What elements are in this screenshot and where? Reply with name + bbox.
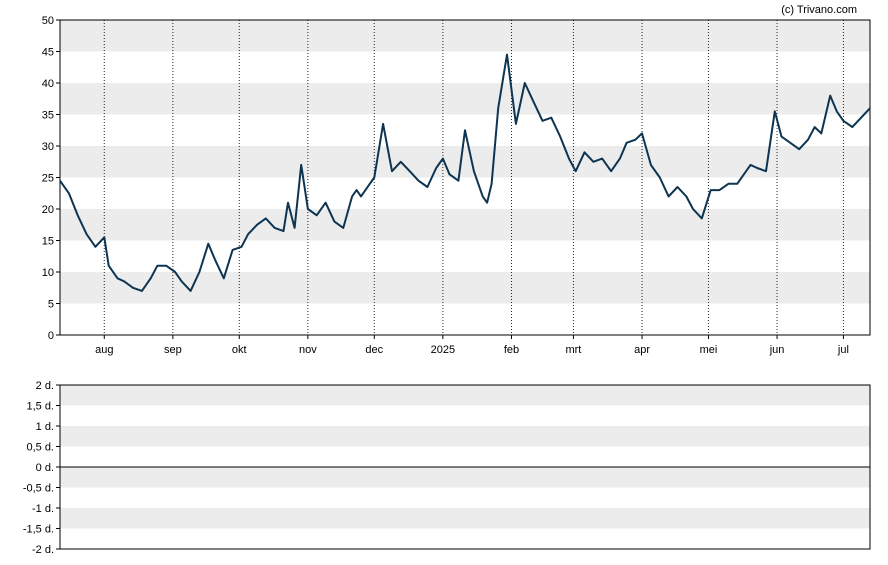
grid-band	[60, 20, 870, 52]
y-tick-label: 5	[48, 299, 54, 311]
indicator-y-tick-label: 0,5 d.	[26, 442, 54, 454]
x-tick-label: feb	[504, 344, 519, 356]
indicator-grid-band	[60, 467, 870, 488]
indicator-y-tick-label: -1,5 d.	[23, 524, 54, 536]
indicator-y-tick-label: -1 d.	[32, 503, 54, 515]
grid-band	[60, 209, 870, 241]
y-tick-label: 15	[42, 236, 54, 248]
x-tick-label: jun	[769, 344, 785, 356]
x-tick-label: dec	[365, 344, 383, 356]
indicator-grid-band	[60, 426, 870, 447]
grid-band	[60, 83, 870, 115]
indicator-grid-band	[60, 385, 870, 406]
price-chart-panel: 05101520253035404550aug sep okt nov dec 2025 f…	[42, 15, 871, 356]
indicator-y-tick-label: 0 d.	[36, 462, 54, 474]
grid-band	[60, 272, 870, 304]
x-tick-label: 2025	[431, 344, 455, 356]
indicator-y-tick-label: 2 d.	[36, 380, 54, 392]
x-tick-label: jul	[837, 344, 849, 356]
y-tick-label: 30	[42, 141, 54, 153]
y-tick-label: 50	[42, 15, 54, 27]
indicator-y-tick-label: 1,5 d.	[26, 401, 54, 413]
x-tick-label: mei	[700, 344, 718, 356]
x-tick-label: nov	[299, 344, 317, 356]
y-tick-label: 0	[48, 330, 54, 342]
y-tick-label: 45	[42, 47, 54, 59]
copyright-credit: (c) Trivano.com	[781, 4, 857, 16]
x-tick-label: mrt	[565, 344, 581, 356]
grid-band	[60, 146, 870, 178]
y-tick-label: 20	[42, 204, 54, 216]
y-tick-label: 35	[42, 110, 54, 122]
y-tick-label: 40	[42, 78, 54, 90]
indicator-y-tick-label: -0,5 d.	[23, 483, 54, 495]
y-tick-label: 10	[42, 267, 54, 279]
indicator-y-tick-label: 1 d.	[36, 421, 54, 433]
indicator-panel: 2 d. 1,5 d. 1 d. 0,5 d. 0 d. -0,5 d. -1 d. -1,5…	[23, 380, 871, 556]
indicator-y-tick-label: -2 d.	[32, 544, 54, 556]
x-tick-label: sep	[164, 344, 182, 356]
chart-canvas: (c) Trivano.com 05101520253035404550aug s…	[23, 4, 871, 556]
indicator-grid-band	[60, 508, 870, 529]
x-tick-label: aug	[95, 344, 113, 356]
x-tick-label: okt	[232, 344, 247, 356]
y-tick-label: 25	[42, 173, 54, 185]
x-tick-label: apr	[634, 344, 650, 356]
